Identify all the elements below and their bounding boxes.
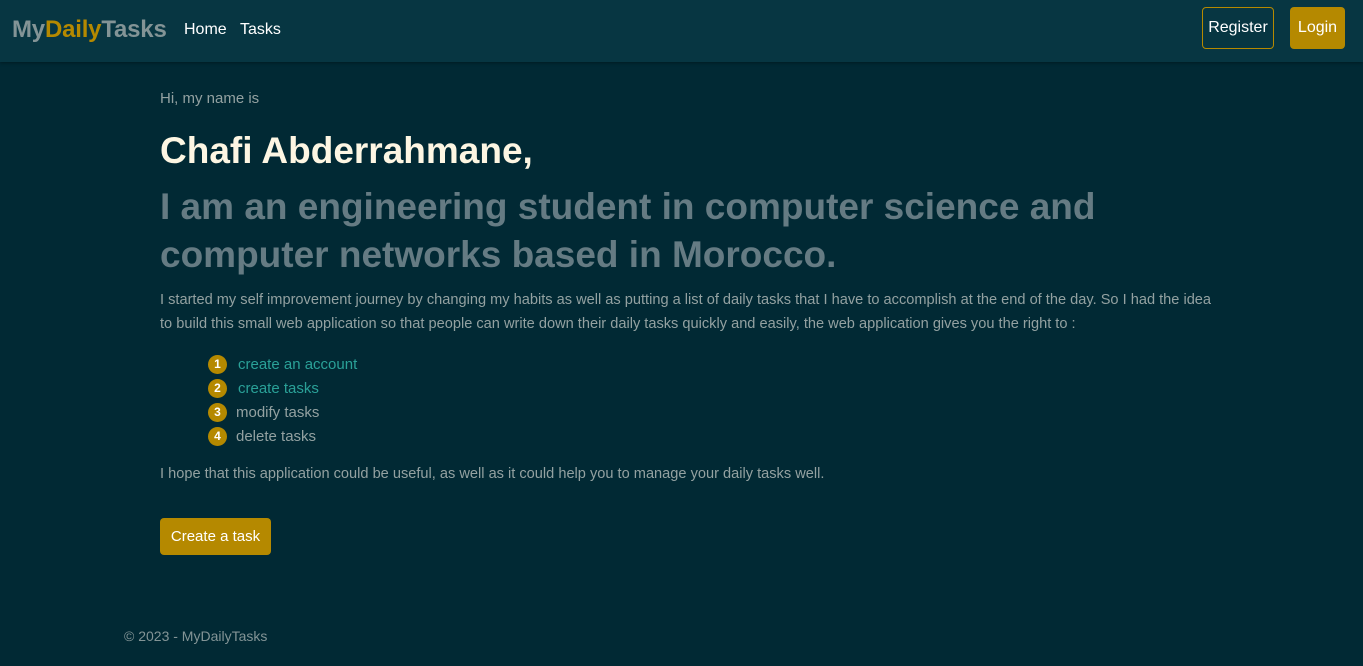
description-paragraph: I started my self improvement journey by… (160, 292, 1212, 332)
feature-number-badge: 3 (208, 402, 227, 422)
author-name: Chafi Abderrahmane, (160, 130, 533, 171)
feature-label-delete-tasks: delete tasks (236, 427, 317, 445)
feature-label-modify-tasks: modify tasks (236, 403, 320, 421)
tagline: I am an engineering student in computer … (160, 186, 1096, 275)
feature-link-create-account[interactable]: create an account (238, 356, 357, 373)
closing-paragraph: I hope that this application could be us… (160, 466, 825, 482)
feature-link-create-tasks[interactable]: create tasks (238, 380, 319, 397)
feature-item: 3 modify tasks (208, 400, 357, 424)
brand-part-tasks: Tasks (101, 16, 167, 43)
feature-item: 2 create tasks (208, 376, 357, 400)
feature-number-badge: 2 (208, 378, 227, 398)
feature-number-badge: 4 (208, 426, 227, 446)
feature-item: 4 delete tasks (208, 424, 357, 448)
brand-logo[interactable]: MyDailyTasks (12, 15, 167, 45)
brand-part-my: My (12, 16, 45, 43)
nav-link-tasks[interactable]: Tasks (240, 20, 281, 40)
top-navbar: MyDailyTasks Home Tasks Register Login (0, 0, 1363, 62)
create-task-button[interactable]: Create a task (160, 518, 271, 555)
feature-item: 1 create an account (208, 352, 357, 376)
intro-text: Hi, my name is (160, 90, 260, 107)
register-button[interactable]: Register (1202, 7, 1274, 49)
feature-number-badge: 1 (208, 354, 227, 374)
brand-part-daily: Daily (44, 16, 102, 43)
feature-list: 1 create an account 2 create tasks 3 mod… (208, 352, 357, 448)
footer-copyright: © 2023 - MyDailyTasks (124, 628, 268, 644)
login-button[interactable]: Login (1290, 7, 1345, 49)
nav-link-home[interactable]: Home (184, 20, 227, 40)
